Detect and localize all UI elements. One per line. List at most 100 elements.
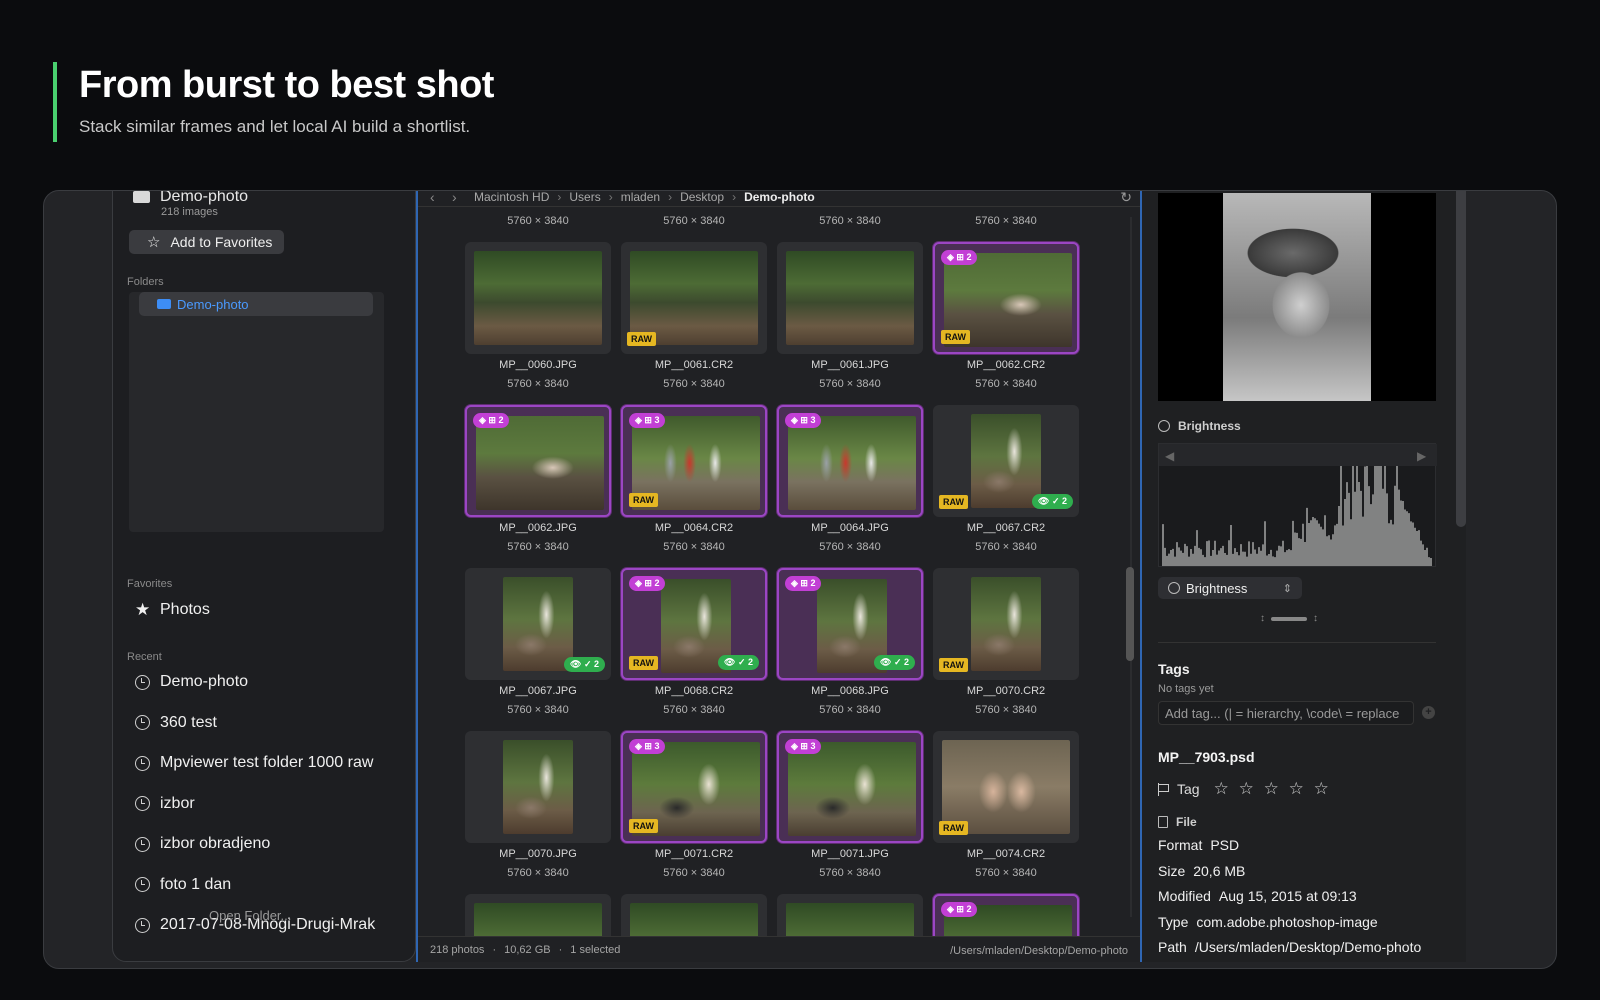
tag-input[interactable]: Add tag... (| = hierarchy, \code\ = repl… <box>1158 701 1414 725</box>
recent-item[interactable]: foto 1 dan <box>135 876 231 894</box>
star-rating-1[interactable]: ☆ <box>1214 779 1231 799</box>
flag-icon[interactable] <box>1158 782 1169 796</box>
recent-item[interactable]: izbor <box>135 795 195 813</box>
photo-thumbnail[interactable] <box>621 894 767 936</box>
photo-thumbnail[interactable] <box>777 242 923 354</box>
recent-item[interactable]: Demo-photo <box>135 673 248 691</box>
slider-handle[interactable] <box>1271 616 1307 621</box>
stack-badge[interactable]: ◈ ⊞ 3 <box>785 413 822 428</box>
photo-thumbnail[interactable]: ◈ ⊞ 2 <box>933 894 1079 936</box>
file-section-heading: File <box>1158 815 1197 829</box>
stack-badge[interactable]: ◈ ⊞ 2 <box>473 413 510 428</box>
photo-thumbnail[interactable]: ◈ ⊞ 3 <box>777 405 923 517</box>
eye-icon: 👁 <box>1038 496 1052 506</box>
photo-thumbnail[interactable]: RAW <box>933 568 1079 680</box>
app-window: Demo-photo 218 images ☆ Add to Favorites … <box>43 190 1557 969</box>
image-dimensions: 5760 × 3840 <box>975 867 1037 879</box>
stack-badge[interactable]: ◈ ⊞ 2 <box>629 576 666 591</box>
shortlist-count: ✓ 2 <box>893 657 909 667</box>
add-tag-icon[interactable]: + <box>1422 706 1435 719</box>
photo-thumbnail[interactable]: ◈ ⊞ 2 RAW 👁 ✓ 2 <box>621 568 767 680</box>
photo-filename: MP__0074.CR2 <box>966 848 1046 860</box>
histogram-mode-select[interactable]: Brightness ⇕ <box>1158 577 1302 599</box>
favorites-section-label: Favorites <box>127 578 173 590</box>
photo-thumbnail[interactable] <box>465 894 611 936</box>
folder-item-demo-photo[interactable]: Demo-photo <box>139 292 373 316</box>
current-folder-title: Demo-photo <box>133 190 249 206</box>
recent-item[interactable]: 360 test <box>135 714 217 732</box>
raw-badge: RAW <box>939 495 968 509</box>
image-dimensions: 5760 × 3840 <box>663 704 725 716</box>
tag-label[interactable]: Tag <box>1177 781 1200 797</box>
property-key: Type <box>1158 913 1189 930</box>
total-size: 10,62 GB <box>504 943 551 956</box>
histogram-range-slider[interactable]: ↕ ↕ <box>1260 613 1318 624</box>
stack-badge[interactable]: ◈ ⊞ 2 <box>941 250 978 265</box>
grid-scrollbar[interactable] <box>1126 567 1134 661</box>
star-rating-2[interactable]: ☆ <box>1239 779 1256 799</box>
raw-badge: RAW <box>629 656 658 670</box>
favorite-item-label: Photos <box>160 601 210 618</box>
add-to-favorites-button[interactable]: ☆ Add to Favorites <box>129 230 285 254</box>
photo-thumbnail[interactable]: ◈ ⊞ 3 RAW <box>621 731 767 843</box>
open-folder-button[interactable]: Open Folder... <box>209 908 291 923</box>
stack-badge[interactable]: ◈ ⊞ 3 <box>629 413 666 428</box>
photo-thumbnail[interactable]: RAW <box>933 731 1079 843</box>
file-property: Size 20,6 MB <box>1158 863 1245 879</box>
shortlist-count: ✓ 2 <box>583 659 599 669</box>
rating-row: Tag ☆ ☆ ☆ ☆ ☆ <box>1158 779 1331 799</box>
raw-badge: RAW <box>629 493 658 507</box>
star-rating-5[interactable]: ☆ <box>1314 779 1331 799</box>
thumbnail-image <box>630 903 758 936</box>
photo-thumbnail[interactable]: ◈ ⊞ 3 <box>777 731 923 843</box>
photo-filename: MP__0071.CR2 <box>654 848 734 860</box>
inspector-panel: Brightness ◀ ▶ Brightness ⇕ ↕ ↕ Tags No tag… <box>1142 191 1466 962</box>
photo-thumbnail[interactable]: ◈ ⊞ 2 RAW <box>933 242 1079 354</box>
thumbnail-image <box>503 577 573 671</box>
recent-item-label: izbor <box>160 794 195 812</box>
photo-thumbnail[interactable]: ◈ ⊞ 3 RAW <box>621 405 767 517</box>
histogram-header <box>1159 444 1437 466</box>
recent-item[interactable]: izbor obradjeno <box>135 835 270 853</box>
file-property: Modified Aug 15, 2015 at 09:13 <box>1158 888 1357 904</box>
stack-badge[interactable]: ◈ ⊞ 3 <box>785 739 822 754</box>
photo-thumbnail[interactable] <box>777 894 923 936</box>
shortlist-badge: 👁 ✓ 2 <box>1032 494 1073 509</box>
raw-badge: RAW <box>629 819 658 833</box>
photo-thumbnail[interactable]: RAW <box>621 242 767 354</box>
file-name: MP__7903.psd <box>1158 749 1255 765</box>
photo-thumbnail[interactable]: 👁 ✓ 2 <box>465 568 611 680</box>
photo-filename: MP__0060.JPG <box>499 359 577 371</box>
photo-thumbnail[interactable]: RAW 👁 ✓ 2 <box>933 405 1079 517</box>
stack-icon: ◈ <box>791 578 801 588</box>
raw-badge: RAW <box>941 330 970 344</box>
stack-badge[interactable]: ◈ ⊞ 2 <box>785 576 822 591</box>
star-filled-icon: ★ <box>135 600 151 619</box>
stack-badge[interactable]: ◈ ⊞ 2 <box>941 902 978 917</box>
inspector-scrollbar[interactable] <box>1456 191 1466 527</box>
folder-name: Demo-photo <box>160 190 249 205</box>
hero-title: From burst to best shot <box>79 64 494 106</box>
star-rating-3[interactable]: ☆ <box>1264 779 1281 799</box>
image-dimensions: 5760 × 3840 <box>507 704 569 716</box>
photo-thumbnail[interactable]: ◈ ⊞ 2 <box>465 405 611 517</box>
star-icon: ☆ <box>147 234 161 251</box>
photo-thumbnail[interactable]: ◈ ⊞ 2 👁 ✓ 2 <box>777 568 923 680</box>
image-dimensions: 5760 × 3840 <box>975 378 1037 390</box>
recent-item-label: foto 1 dan <box>160 875 232 893</box>
histogram-left-icon: ◀ <box>1165 449 1175 463</box>
eye-icon: 👁 <box>724 657 738 667</box>
recent-item-label: izbor obradjeno <box>160 835 271 852</box>
photo-thumbnail[interactable] <box>465 731 611 843</box>
stack-badge[interactable]: ◈ ⊞ 3 <box>629 739 666 754</box>
recent-item[interactable]: Mpviewer test folder 1000 raw <box>135 754 373 772</box>
sun-icon <box>1158 420 1170 432</box>
shortlist-count: ✓ 2 <box>737 657 753 667</box>
shortlist-badge: 👁 ✓ 2 <box>718 655 759 670</box>
photo-thumbnail[interactable] <box>465 242 611 354</box>
clock-icon <box>135 755 150 771</box>
stack-count: ⊞ 3 <box>644 741 660 751</box>
star-rating-4[interactable]: ☆ <box>1289 779 1306 799</box>
favorite-item-photos[interactable]: ★ Photos <box>135 600 210 620</box>
folder-image-count: 218 images <box>161 206 218 218</box>
